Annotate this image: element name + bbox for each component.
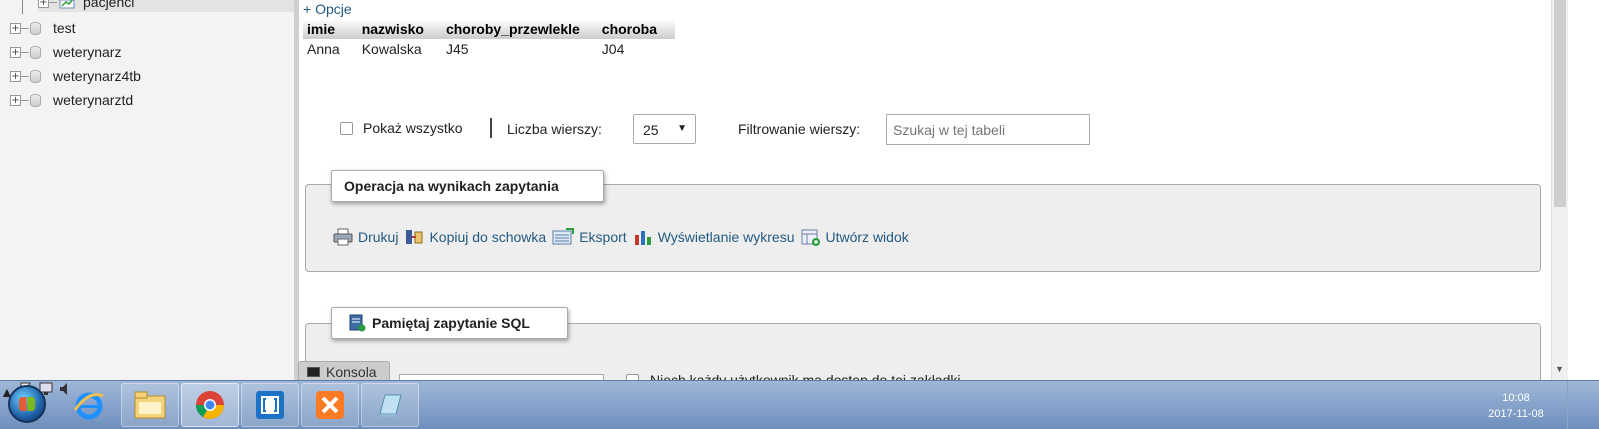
- print-label: Drukuj: [358, 229, 399, 245]
- file-explorer-icon: [134, 391, 166, 419]
- bar-chart-icon: [634, 231, 651, 245]
- database-icon: [30, 21, 41, 35]
- table-cell: J45: [445, 41, 469, 57]
- copy-to-clipboard-link[interactable]: Kopiuj do schowka: [404, 228, 546, 246]
- expand-icon[interactable]: +: [10, 70, 21, 82]
- divider: [490, 118, 492, 138]
- bookmark-icon: [349, 314, 366, 332]
- table-row[interactable]: Anna Kowalska J45 J04: [303, 39, 675, 59]
- column-header[interactable]: choroba: [597, 19, 676, 39]
- tree-connector: [21, 99, 29, 101]
- notepad-icon: [379, 394, 402, 417]
- taskbar-app-xampp[interactable]: [301, 383, 359, 427]
- expand-icon[interactable]: +: [38, 0, 49, 8]
- bookmark-sql-title: Pamiętaj zapytanie SQL: [372, 315, 530, 331]
- console-label: Konsola: [326, 364, 377, 380]
- windows-logo-icon: [19, 397, 35, 411]
- expand-icon[interactable]: +: [10, 46, 21, 58]
- panel-splitter[interactable]: [294, 0, 299, 388]
- print-link[interactable]: Drukuj: [333, 228, 398, 246]
- show-desktop-button[interactable]: [1567, 381, 1599, 429]
- tree-connector: [49, 1, 57, 3]
- column-header[interactable]: choroby_przewlekle: [441, 19, 598, 39]
- clock[interactable]: 10:08 2017-11-08: [1483, 390, 1549, 422]
- column-header[interactable]: nazwisko: [357, 19, 442, 39]
- console-icon: [307, 367, 320, 377]
- nav-item-label: test: [53, 20, 76, 36]
- rows-count-select[interactable]: 25 ▼: [633, 114, 696, 144]
- nav-item-weterynarztd[interactable]: + weterynarztd: [10, 90, 133, 110]
- filter-rows-label: Filtrowanie wierszy:: [738, 121, 861, 137]
- chevron-down-icon: ▼: [677, 123, 687, 134]
- brackets-icon: [256, 391, 284, 419]
- rows-count-label: Liczba wierszy:: [507, 121, 602, 137]
- display-chart-link[interactable]: Wyświetlanie wykresu: [633, 228, 795, 246]
- database-icon: [30, 93, 41, 107]
- table-cell: Kowalska: [361, 41, 422, 57]
- rows-count-value: 25: [643, 122, 659, 138]
- query-actions: Drukuj Kopiuj do schowka Eksport Wyświet…: [333, 228, 915, 246]
- app-window: + pacjenci + test + weterynarz + weteryn…: [0, 0, 1599, 429]
- copy-to-clipboard-label: Kopiuj do schowka: [429, 229, 547, 245]
- nav-item-label: weterynarztd: [53, 92, 134, 108]
- ie-icon: [73, 392, 104, 420]
- tree-connector: [21, 75, 29, 77]
- show-all-label: Pokaż wszystko: [363, 120, 463, 136]
- taskbar-app-chrome[interactable]: [181, 383, 239, 427]
- taskbar: ▲ 10:08 2017-11-08: [0, 380, 1599, 429]
- nav-item-label: pacjenci: [83, 0, 135, 10]
- clock-date: 2017-11-08: [1488, 408, 1544, 420]
- create-view-label: Utwórz widok: [825, 229, 909, 245]
- copy-clipboard-icon: [406, 230, 423, 244]
- taskbar-app-brackets[interactable]: [241, 383, 299, 427]
- export-label: Eksport: [579, 229, 627, 245]
- filter-search-input[interactable]: [886, 114, 1090, 145]
- xampp-icon: [316, 391, 344, 419]
- nav-item-weterynarz[interactable]: + weterynarz: [10, 42, 121, 62]
- show-all-checkbox[interactable]: [340, 122, 353, 135]
- nav-item-pacjenci[interactable]: + pacjenci: [38, 0, 294, 12]
- start-button[interactable]: [8, 385, 46, 423]
- bookmark-sql-legend: Pamiętaj zapytanie SQL: [331, 307, 568, 339]
- nav-item-label: weterynarz: [53, 44, 122, 60]
- create-view-link[interactable]: Utwórz widok: [801, 228, 909, 246]
- scrollbar-thumb[interactable]: [1554, 0, 1566, 207]
- database-icon: [30, 45, 41, 59]
- clock-time: 10:08: [1502, 392, 1530, 404]
- expand-icon[interactable]: +: [10, 22, 21, 34]
- tree-connector: [21, 27, 29, 29]
- tree-connector: [21, 51, 29, 53]
- chrome-icon: [196, 391, 224, 419]
- database-icon: [30, 69, 41, 83]
- create-view-icon: [801, 229, 820, 246]
- results-table: imie nazwisko choroby_przewlekle choroba…: [303, 19, 676, 59]
- display-chart-label: Wyświetlanie wykresu: [657, 229, 795, 245]
- nav-item-weterynarz4tb[interactable]: + weterynarz4tb: [10, 66, 141, 86]
- nav-item-test[interactable]: + test: [10, 18, 76, 38]
- print-icon: [333, 228, 353, 246]
- column-header[interactable]: imie: [303, 19, 358, 39]
- vertical-scrollbar[interactable]: ▼: [1551, 0, 1568, 380]
- nav-item-label: weterynarz4tb: [53, 68, 141, 84]
- query-operations-legend: Operacja na wynikach zapytania: [331, 170, 604, 202]
- export-icon: [552, 228, 575, 245]
- table-header-row: imie nazwisko choroby_przewlekle choroba: [303, 19, 676, 39]
- export-link[interactable]: Eksport: [552, 228, 627, 246]
- taskbar-app-explorer[interactable]: [121, 383, 179, 427]
- taskbar-app-notepad[interactable]: [361, 383, 419, 427]
- expand-icon[interactable]: +: [10, 94, 21, 106]
- table-cell: Anna: [307, 41, 340, 57]
- table-icon: [59, 0, 75, 9]
- navigation-panel: + pacjenci + test + weterynarz + weteryn…: [0, 0, 296, 388]
- table-cell: J04: [601, 41, 625, 57]
- scroll-down-arrow-icon[interactable]: ▼: [1555, 364, 1564, 374]
- tree-line: [22, 0, 23, 14]
- table-controls: Pokaż wszystko Liczba wierszy: 25 ▼ Filt…: [340, 114, 1100, 145]
- options-link[interactable]: + Opcje: [303, 1, 352, 17]
- taskbar-app-ie[interactable]: [60, 383, 118, 427]
